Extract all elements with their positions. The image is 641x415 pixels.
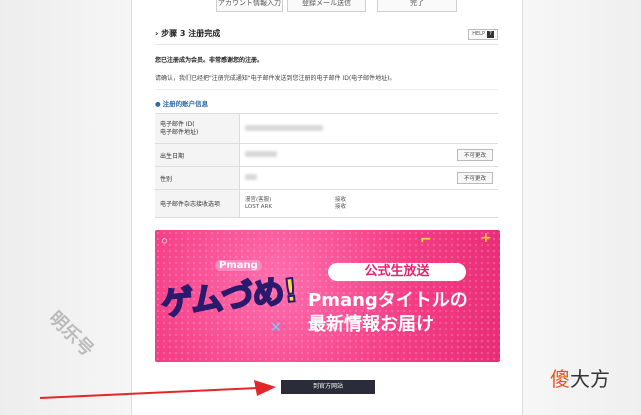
arrow-head xyxy=(254,380,276,396)
watermark-right-first: 傻 xyxy=(550,367,570,391)
watermark-right-rest: 大方 xyxy=(570,367,610,391)
arrow-line xyxy=(39,387,259,399)
watermark-right: 傻大方 xyxy=(550,363,610,392)
red-arrow-annotation xyxy=(39,380,276,399)
